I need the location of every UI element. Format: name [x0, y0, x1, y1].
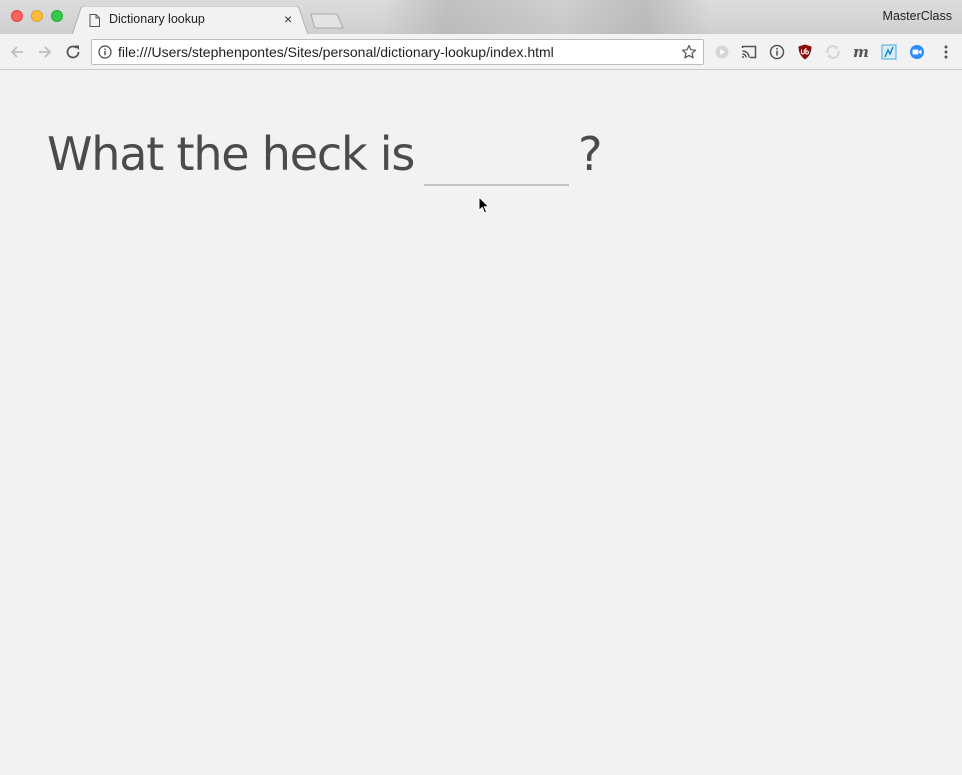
cast-icon	[741, 45, 757, 59]
chrome-menu-button[interactable]	[937, 43, 955, 61]
play-circle-extension[interactable]	[713, 43, 731, 61]
reload-icon	[66, 45, 80, 59]
zoom-window-button[interactable]	[51, 10, 63, 22]
browser-toolbar: m	[0, 34, 962, 70]
tab-dictionary-lookup[interactable]: Dictionary lookup ×	[72, 6, 308, 34]
info-extension[interactable]	[768, 43, 786, 61]
ublock-extension[interactable]	[796, 43, 814, 61]
page-content: What the heck is ?	[0, 71, 962, 775]
cast-extension[interactable]	[740, 43, 758, 61]
tab-strip-backdrop	[380, 0, 710, 34]
profile-name[interactable]: MasterClass	[883, 9, 952, 23]
back-arrow-icon	[10, 46, 23, 58]
question-lead-text: What the heck is	[47, 127, 415, 181]
m-letter-icon: m	[853, 43, 869, 61]
zoom-video-icon	[910, 45, 924, 59]
more-vertical-icon	[944, 45, 948, 59]
lookup-question: What the heck is ?	[47, 126, 603, 190]
chart-extension[interactable]	[880, 43, 898, 61]
play-circle-icon	[715, 45, 729, 59]
site-info-icon[interactable]	[98, 45, 112, 59]
document-icon	[89, 14, 100, 27]
close-window-button[interactable]	[11, 10, 23, 22]
minimize-window-button[interactable]	[31, 10, 43, 22]
svg-text:m: m	[853, 43, 869, 61]
new-tab-button[interactable]	[309, 12, 345, 30]
m-extension[interactable]: m	[852, 43, 870, 61]
forward-button[interactable]	[36, 43, 54, 61]
sync-extension[interactable]	[824, 43, 842, 61]
ublock-shield-icon	[798, 44, 812, 60]
sync-arrows-icon	[826, 45, 840, 59]
address-bar[interactable]	[91, 39, 704, 65]
close-tab-icon[interactable]: ×	[284, 11, 292, 27]
zoom-extension[interactable]	[908, 43, 926, 61]
info-circle-icon	[769, 44, 785, 60]
mouse-pointer-icon	[478, 196, 490, 214]
question-mark: ?	[578, 127, 602, 181]
forward-arrow-icon	[39, 46, 52, 58]
back-button[interactable]	[8, 43, 26, 61]
tab-strip: Dictionary lookup × MasterClass	[0, 0, 962, 34]
word-input[interactable]	[424, 126, 570, 186]
reload-button[interactable]	[64, 43, 82, 61]
chart-icon	[881, 44, 897, 60]
tab-title: Dictionary lookup	[109, 12, 205, 26]
bookmark-star-icon[interactable]	[681, 44, 697, 60]
url-input[interactable]	[118, 42, 673, 62]
